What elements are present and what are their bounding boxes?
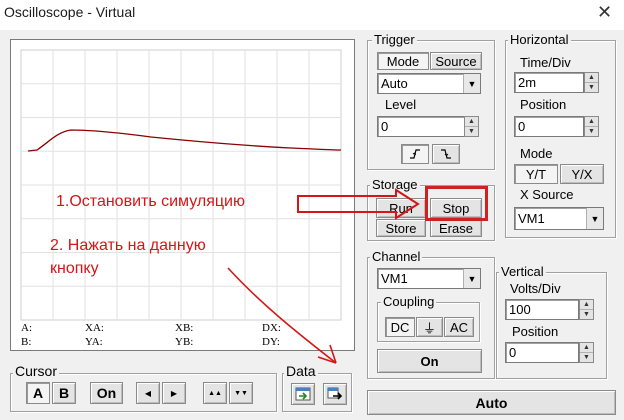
rising-edge-button[interactable] xyxy=(401,144,429,164)
channel-value: VM1 xyxy=(381,271,408,286)
trigger-level-input[interactable]: 0 xyxy=(377,116,465,137)
cursor-down-button[interactable]: ▼▼ xyxy=(229,382,253,404)
signal-trace xyxy=(27,129,342,152)
erase-button[interactable]: Erase xyxy=(430,219,482,237)
volts-div-value: 100 xyxy=(509,302,531,317)
mode-yt-button[interactable]: Y/T xyxy=(514,164,558,184)
cursor-on-button[interactable]: On xyxy=(90,382,123,404)
window-title: Oscilloscope - Virtual xyxy=(4,4,136,20)
coupling-gnd-button[interactable]: ⏚ xyxy=(416,317,443,337)
vertical-position-label: Position xyxy=(512,324,559,339)
falling-edge-button[interactable] xyxy=(432,144,460,164)
vertical-position-input[interactable]: 0 xyxy=(505,342,579,363)
readout-ya: YA: xyxy=(85,336,103,348)
data-export-button[interactable] xyxy=(323,383,347,405)
store-button[interactable]: Store xyxy=(376,219,426,237)
horizontal-position-label: Position xyxy=(520,97,567,112)
rising-edge-icon xyxy=(410,149,420,159)
data-import-button[interactable] xyxy=(291,383,315,405)
cursor-right-button[interactable]: ▶ xyxy=(162,382,186,404)
coupling-ac-button[interactable]: AC xyxy=(444,317,474,337)
data-title: Data xyxy=(284,363,318,379)
readout-b: B: xyxy=(21,336,32,348)
arrow-left-icon: ◀ xyxy=(144,388,152,398)
cursor-a-button[interactable]: A xyxy=(26,382,50,404)
annotation-step1: 1.Остановить симуляцию xyxy=(56,193,245,210)
time-div-spinner[interactable]: ▲ ▼ xyxy=(584,72,599,93)
cursor-left-button[interactable]: ◀ xyxy=(136,382,160,404)
arrow-right-icon: ▶ xyxy=(170,388,178,398)
cursor-title: Cursor xyxy=(13,363,60,379)
volts-div-input[interactable]: 100 xyxy=(505,299,579,320)
time-div-value: 2m xyxy=(518,75,537,90)
readout-dy: DY: xyxy=(262,336,280,348)
annotation-step2-line2: кнопку xyxy=(50,260,99,277)
trigger-mode-button[interactable]: Mode xyxy=(377,52,429,70)
annotation-step2-line1: 2. Нажать на данную xyxy=(50,237,206,254)
vertical-position-spinner[interactable]: ▲ ▼ xyxy=(579,342,594,363)
chevron-down-icon[interactable]: ▼ xyxy=(586,208,603,229)
trigger-mode-value: Auto xyxy=(381,76,408,91)
spin-up-icon[interactable]: ▲ xyxy=(580,343,593,353)
falling-edge-icon xyxy=(441,149,451,159)
vertical-position-value: 0 xyxy=(509,345,517,360)
spin-up-icon[interactable]: ▲ xyxy=(465,117,478,127)
mode-yx-button[interactable]: Y/X xyxy=(560,164,604,184)
spin-down-icon[interactable]: ▼ xyxy=(580,353,593,363)
cursor-b-button[interactable]: B xyxy=(52,382,76,404)
auto-button[interactable]: Auto xyxy=(367,390,616,415)
time-div-input[interactable]: 2m xyxy=(514,72,584,93)
horizontal-position-input[interactable]: 0 xyxy=(514,116,584,137)
volts-div-label: Volts/Div xyxy=(510,281,561,296)
horizontal-mode-label: Mode xyxy=(520,146,553,161)
cursor-up-button[interactable]: ▲▲ xyxy=(203,382,227,404)
readout-dx: DX: xyxy=(262,322,281,334)
readout-yb: YB: xyxy=(175,336,194,348)
spin-down-icon[interactable]: ▼ xyxy=(580,310,593,320)
export-data-icon xyxy=(327,387,343,400)
spin-up-icon[interactable]: ▲ xyxy=(585,117,598,127)
volts-div-spinner[interactable]: ▲ ▼ xyxy=(579,299,594,320)
close-icon[interactable]: ✕ xyxy=(597,2,612,23)
spin-up-icon[interactable]: ▲ xyxy=(580,300,593,310)
coupling-dc-button[interactable]: DC xyxy=(385,317,415,337)
arrow-up-icon: ▲▲ xyxy=(208,389,222,397)
stop-highlight-box xyxy=(425,186,488,221)
spin-up-icon[interactable]: ▲ xyxy=(585,73,598,83)
readout-xb: XB: xyxy=(175,322,194,334)
chevron-down-icon[interactable]: ▼ xyxy=(463,269,480,288)
readout-a: A: xyxy=(21,322,32,334)
time-div-label: Time/Div xyxy=(520,55,571,70)
vertical-title: Vertical xyxy=(499,264,546,279)
run-button[interactable]: Run xyxy=(376,198,426,218)
horizontal-position-value: 0 xyxy=(518,119,526,134)
trigger-source-button[interactable]: Source xyxy=(430,52,482,70)
channel-title: Channel xyxy=(370,249,423,264)
ground-icon: ⏚ xyxy=(422,320,436,336)
spin-down-icon[interactable]: ▼ xyxy=(585,127,598,137)
readout-xa: XA: xyxy=(85,322,104,334)
horizontal-title: Horizontal xyxy=(508,32,571,47)
x-source-value: VM1 xyxy=(518,211,545,226)
title-bar: Oscilloscope - Virtual ✕ xyxy=(0,0,624,30)
spin-down-icon[interactable]: ▼ xyxy=(585,83,598,93)
channel-on-button[interactable]: On xyxy=(377,349,482,373)
trigger-title: Trigger xyxy=(372,32,417,47)
trigger-level-spinner[interactable]: ▲ ▼ xyxy=(464,116,479,137)
storage-title: Storage xyxy=(370,177,420,192)
x-source-label: X Source xyxy=(520,187,574,202)
trigger-level-label: Level xyxy=(385,97,417,112)
spin-down-icon[interactable]: ▼ xyxy=(465,127,478,137)
chevron-down-icon[interactable]: ▼ xyxy=(463,74,480,93)
trigger-level-value: 0 xyxy=(381,119,389,134)
import-data-icon xyxy=(295,387,311,401)
horizontal-position-spinner[interactable]: ▲ ▼ xyxy=(584,116,599,137)
coupling-title: Coupling xyxy=(381,294,437,309)
arrow-down-icon: ▼▼ xyxy=(234,389,248,397)
